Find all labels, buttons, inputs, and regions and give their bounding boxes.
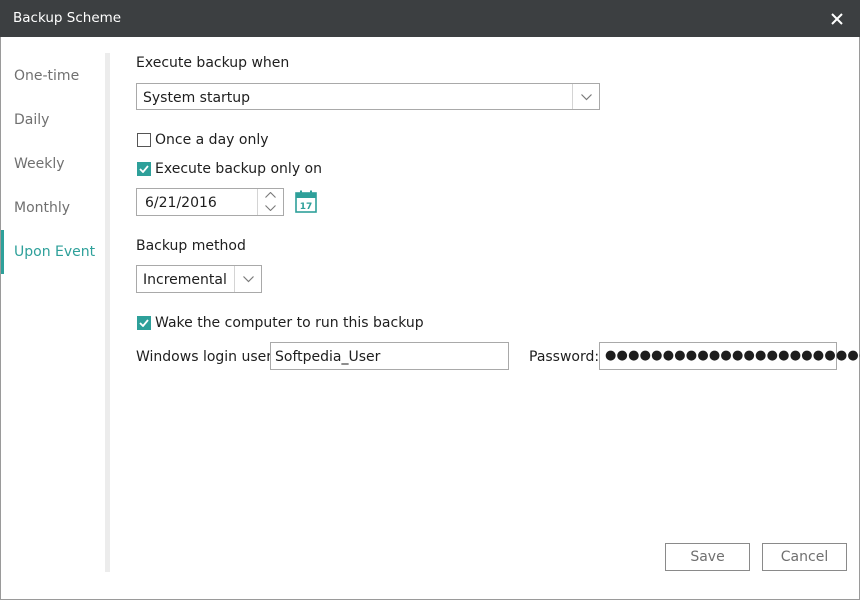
checkmark-icon [139,165,149,173]
backup-method-select[interactable]: Incremental [136,265,262,293]
once-a-day-checkbox[interactable] [137,133,151,147]
date-decrement-button[interactable] [258,202,283,215]
cancel-button[interactable]: Cancel [762,543,847,571]
sidebar-item-one-time[interactable]: One-time [1,54,105,98]
chevron-down-icon [243,276,254,283]
calendar-button[interactable]: 17 [295,190,317,213]
password-mask: ●●●●●●●●●●●●●●●●●●●●●●● [605,348,860,363]
password-label: Password: [529,349,600,365]
sidebar-item-monthly[interactable]: Monthly [1,186,105,230]
event-select[interactable]: System startup [136,83,600,110]
checkmark-icon [139,319,149,327]
date-spinner [257,189,283,215]
password-input[interactable]: ●●●●●●●●●●●●●●●●●●●●●●● [599,342,860,370]
chevron-down-icon [265,205,276,211]
title-bar: Backup Scheme [0,0,860,37]
close-button[interactable] [822,4,852,34]
save-button[interactable]: Save [665,543,750,571]
chevron-up-icon [265,192,276,198]
window-title: Backup Scheme [13,10,122,26]
login-user-value: Softpedia_User [275,349,381,365]
schedule-type-sidebar: One-time Daily Weekly Monthly Upon Event [1,37,105,577]
execute-when-label: Execute backup when [136,55,290,71]
close-icon [831,13,843,25]
chevron-down-icon [581,94,592,101]
date-picker[interactable]: 6/21/2016 [136,188,284,216]
execute-only-on-checkbox[interactable] [137,162,151,176]
date-increment-button[interactable] [258,189,283,202]
sidebar-item-daily[interactable]: Daily [1,98,105,142]
login-user-label: Windows login user: [136,349,277,365]
event-select-value: System startup [143,90,251,106]
calendar-day-text: 17 [300,202,313,212]
once-a-day-label: Once a day only [155,132,269,148]
execute-only-on-label: Execute backup only on [155,161,322,177]
backup-method-label: Backup method [136,238,246,254]
calendar-icon: 17 [295,190,317,213]
wake-computer-checkbox[interactable] [137,316,151,330]
window-frame [0,37,860,600]
backup-method-value: Incremental [143,272,227,288]
login-user-input[interactable]: Softpedia_User [270,342,509,370]
wake-computer-label: Wake the computer to run this backup [155,315,424,331]
sidebar-item-weekly[interactable]: Weekly [1,142,105,186]
sidebar-divider [105,53,110,572]
date-value: 6/21/2016 [145,195,217,211]
sidebar-item-upon-event[interactable]: Upon Event [1,230,105,274]
